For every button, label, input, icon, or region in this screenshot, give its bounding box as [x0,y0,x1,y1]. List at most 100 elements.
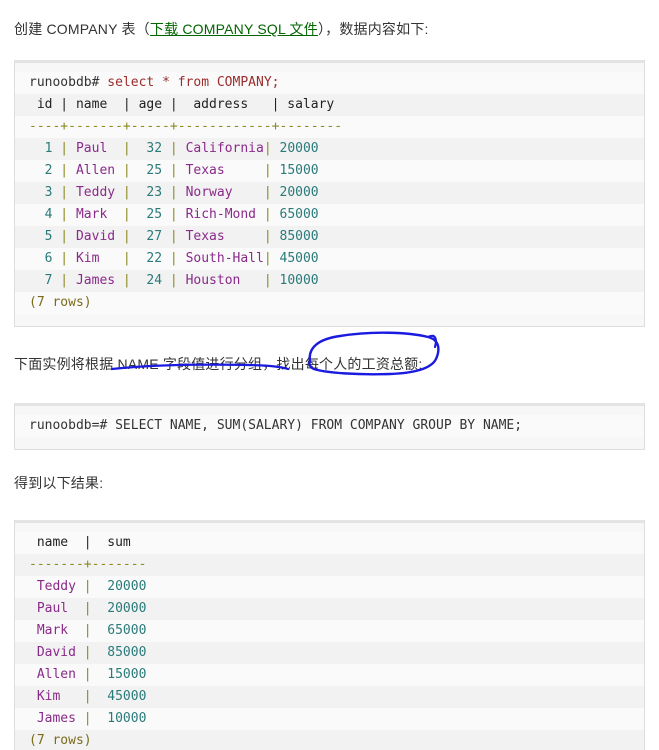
pipe-sep: | [115,229,139,244]
code-bottom-pad [15,314,644,326]
pipe-sep: | [115,207,139,222]
table-row: Kim | 45000 [15,686,644,708]
pipe-sep: | [162,185,186,200]
intro-text-before-link: 创建 COMPANY 表（ [14,21,150,37]
pipe-sep: | [162,141,186,156]
pipe-sep: | [75,711,100,726]
documentation-page: 创建 COMPANY 表（下载 COMPANY SQL 文件），数据内容如下: … [0,0,659,750]
pipe-sep: | [52,141,76,156]
pipe-sep: | [162,163,186,178]
pipe-sep: | [52,229,76,244]
pipe-sep: | [263,251,272,266]
cell-name: Paul [36,601,76,616]
company-table-header: id | name | age | address | salary [29,97,335,112]
download-sql-link[interactable]: 下载 COMPANY SQL 文件 [150,21,318,37]
code-top-pad [15,406,644,415]
table-row: Paul | 20000 [15,598,644,620]
groupby-sql-statement: runoobdb=# SELECT NAME, SUM(SALARY) FROM… [29,418,523,433]
pipe-sep: | [162,229,186,244]
cell-salary: 85000 [271,229,319,244]
cell-address: Rich-Mond [185,207,264,222]
cell-id: 1 [29,141,53,156]
cell-address: South-Hall [185,251,264,266]
cell-age: 32 [138,141,163,156]
pipe-sep: | [263,185,272,200]
cell-name: David [36,645,76,660]
cell-sum: 45000 [99,689,147,704]
code-line-query: runoobdb=# SELECT NAME, SUM(SALARY) FROM… [15,415,644,437]
code-bottom-pad [15,437,644,449]
code-line-rule: ----+-------+-----+------------+-------- [15,116,644,138]
cell-age: 24 [138,273,163,288]
cell-sum: 15000 [99,667,147,682]
spacer-before-groupby-note [0,327,659,353]
sql-command: select * from COMPANY; [99,75,280,90]
cell-id: 2 [29,163,53,178]
cell-age: 25 [138,163,163,178]
table-row: James | 10000 [15,708,644,730]
result-table-rule: -------+------- [29,557,147,572]
result-rowcount: (7 rows) [29,733,92,748]
cell-sum: 10000 [99,711,147,726]
pipe-sep: | [115,273,139,288]
intro-paragraph: 创建 COMPANY 表（下载 COMPANY SQL 文件），数据内容如下: [0,18,659,40]
pipe-sep: | [115,251,139,266]
table-row: 4 | Mark | 25 | Rich-Mond | 65000 [15,204,644,226]
cell-salary: 10000 [271,273,319,288]
cell-name: James [36,711,76,726]
cell-salary: 45000 [271,251,319,266]
pipe-sep: | [162,207,186,222]
pipe-sep: | [162,273,186,288]
cell-salary: 20000 [271,141,319,156]
cell-name: Mark [75,207,116,222]
pipe-sep: | [263,141,272,156]
leading-pad [29,645,37,660]
table-row: 5 | David | 27 | Texas | 85000 [15,226,644,248]
intro-text-after-link: ），数据内容如下: [317,21,429,37]
cell-name: Allen [36,667,76,682]
cell-name: Allen [75,163,116,178]
cell-name: Mark [36,623,76,638]
psql-prompt: runoobdb# [29,75,100,90]
leading-pad [29,579,37,594]
company-rowcount: (7 rows) [29,295,92,310]
pipe-sep: | [75,623,100,638]
company-table-code-block: runoobdb# select * from COMPANY; id | na… [14,60,645,327]
cell-name: David [75,229,116,244]
code-top-pad [15,523,644,532]
cell-salary: 65000 [271,207,319,222]
cell-address: Texas [185,163,264,178]
cell-id: 4 [29,207,53,222]
cell-id: 5 [29,229,53,244]
cell-address: Texas [185,229,264,244]
cell-sum: 20000 [99,601,147,616]
pipe-sep: | [263,273,272,288]
pipe-sep: | [52,163,76,178]
pipe-sep: | [115,163,139,178]
code-line-result-header: name | sum [15,532,644,554]
groupby-query-code-block: runoobdb=# SELECT NAME, SUM(SALARY) FROM… [14,403,645,450]
company-table-rule: ----+-------+-----+------------+-------- [29,119,343,134]
table-row: 1 | Paul | 32 | California| 20000 [15,138,644,160]
code-line-command: runoobdb# select * from COMPANY; [15,72,644,94]
table-row: Mark | 65000 [15,620,644,642]
cell-id: 7 [29,273,53,288]
leading-pad [29,623,37,638]
cell-id: 3 [29,185,53,200]
pipe-sep: | [263,163,272,178]
cell-id: 6 [29,251,53,266]
pipe-sep: | [115,141,139,156]
leading-pad [29,689,37,704]
leading-pad [29,667,37,682]
code-line-result-rule: -------+------- [15,554,644,576]
pipe-sep: | [263,207,272,222]
pipe-sep: | [115,185,139,200]
leading-pad [29,601,37,616]
result-table-header: name | sum [29,535,131,550]
pipe-sep: | [75,689,100,704]
cell-sum: 85000 [99,645,147,660]
table-row: Allen | 15000 [15,664,644,686]
leading-pad [29,711,37,726]
cell-age: 22 [138,251,163,266]
cell-salary: 20000 [271,185,319,200]
